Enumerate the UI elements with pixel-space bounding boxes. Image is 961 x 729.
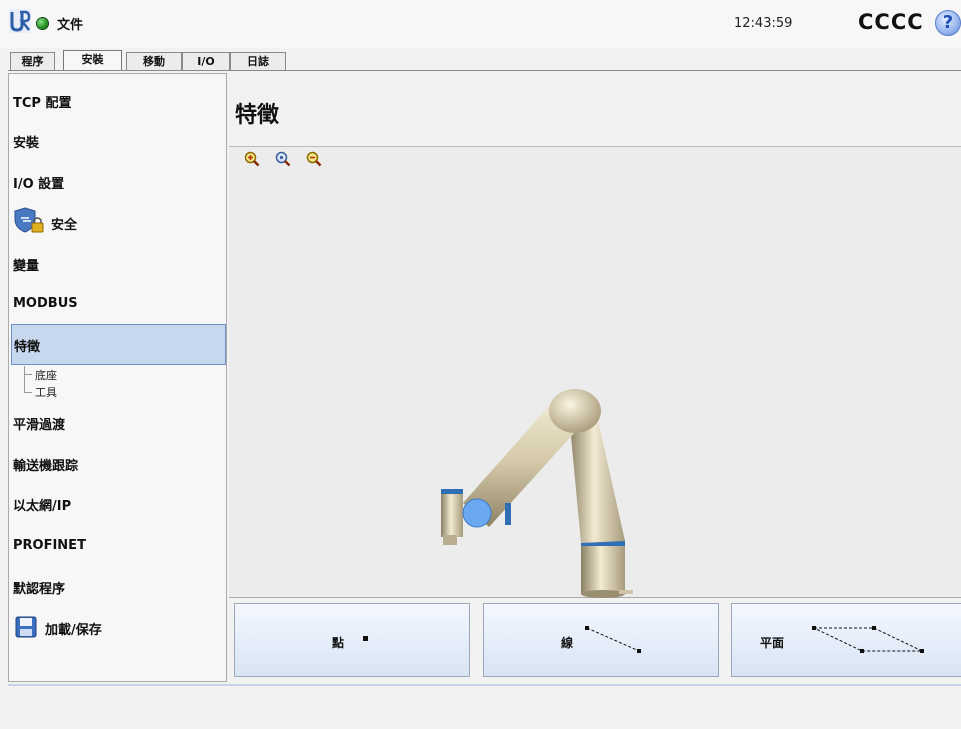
sidebar-item-ethernet-ip[interactable]: 以太網/IP bbox=[11, 495, 226, 517]
tree-connector bbox=[24, 374, 32, 375]
file-name[interactable]: 文件 bbox=[57, 14, 83, 33]
sidebar-item-variables[interactable]: 變量 bbox=[11, 255, 226, 277]
feature-base[interactable]: 底座 bbox=[35, 367, 57, 383]
save-disk-icon bbox=[15, 616, 37, 638]
add-line-button[interactable]: 線 bbox=[483, 603, 719, 677]
tree-connector bbox=[24, 392, 32, 393]
tab-io[interactable]: I/O bbox=[182, 52, 230, 70]
tabs-divider bbox=[8, 70, 961, 71]
sidebar-item-label: PROFINET bbox=[13, 538, 86, 553]
button-label: 線 bbox=[561, 636, 574, 650]
status-indicator-icon bbox=[37, 18, 48, 29]
installation-sidebar: TCP 配置 安裝 I/O 設置 安全 變量 MODBUS 特徵 底座 工具 平… bbox=[8, 73, 227, 682]
add-plane-button[interactable]: 平面 bbox=[731, 603, 961, 677]
ur-logo-icon bbox=[9, 9, 31, 33]
sidebar-item-smooth-transition[interactable]: 平滑過渡 bbox=[11, 414, 226, 436]
sidebar-item-load-save[interactable]: 加載/保存 bbox=[11, 614, 226, 640]
sidebar-item-label: 以太網/IP bbox=[13, 499, 72, 514]
sidebar-item-label: 輸送機跟踪 bbox=[13, 459, 79, 474]
sidebar-item-label: 變量 bbox=[13, 259, 40, 274]
help-icon[interactable]: ? bbox=[935, 10, 961, 36]
button-label: 點 bbox=[332, 636, 345, 650]
sidebar-item-label: TCP 配置 bbox=[13, 96, 72, 111]
tab-installation[interactable]: 安裝 bbox=[63, 50, 122, 71]
point-icon bbox=[363, 636, 368, 641]
robot-name: CCCC bbox=[858, 10, 924, 34]
tab-program[interactable]: 程序 bbox=[10, 52, 55, 70]
clock: 12:43:59 bbox=[734, 16, 793, 31]
sidebar-item-label: MODBUS bbox=[13, 296, 78, 311]
tab-move[interactable]: 移動 bbox=[126, 52, 182, 70]
button-label: 平面 bbox=[760, 636, 785, 650]
top-bar: 文件 12:43:59 CCCC ? bbox=[0, 0, 961, 48]
robot-arm-model bbox=[441, 389, 633, 598]
sidebar-item-label: 加載/保存 bbox=[45, 623, 102, 638]
tree-connector bbox=[24, 366, 25, 393]
plane-icon bbox=[812, 626, 924, 653]
zoom-reset-icon[interactable] bbox=[275, 151, 291, 167]
sidebar-item-label: 安全 bbox=[51, 218, 78, 233]
sidebar-item-default-program[interactable]: 默認程序 bbox=[11, 578, 226, 600]
feature-tool[interactable]: 工具 bbox=[35, 384, 57, 400]
sidebar-item-features[interactable]: 特徵 bbox=[11, 324, 226, 365]
sidebar-item-io-setup[interactable]: I/O 設置 bbox=[11, 173, 226, 195]
sidebar-item-label: 安裝 bbox=[13, 136, 40, 151]
zoom-in-icon[interactable] bbox=[244, 151, 260, 167]
sidebar-item-mounting[interactable]: 安裝 bbox=[11, 132, 226, 154]
add-point-button[interactable]: 點 bbox=[234, 603, 470, 677]
sidebar-item-safety[interactable]: 安全 bbox=[11, 206, 226, 236]
page-title: 特徵 bbox=[235, 103, 280, 128]
footer-divider bbox=[8, 684, 961, 686]
features-panel: 特徵 點 線 平面 bbox=[229, 73, 961, 682]
tab-log[interactable]: 日誌 bbox=[230, 52, 286, 70]
sidebar-item-conveyor-tracking[interactable]: 輸送機跟踪 bbox=[11, 455, 226, 477]
sidebar-item-label: I/O 設置 bbox=[13, 177, 65, 192]
sidebar-item-label: 平滑過渡 bbox=[13, 418, 66, 433]
sidebar-item-profinet[interactable]: PROFINET bbox=[11, 538, 226, 560]
sidebar-item-label: 特徵 bbox=[14, 340, 41, 355]
sidebar-item-modbus[interactable]: MODBUS bbox=[11, 296, 226, 318]
safety-shield-lock-icon bbox=[14, 207, 44, 233]
sidebar-item-tcp-config[interactable]: TCP 配置 bbox=[11, 92, 226, 114]
robot-3d-view[interactable] bbox=[229, 147, 961, 598]
main-tabs: 程序 安裝 移動 I/O 日誌 bbox=[8, 48, 961, 71]
zoom-out-icon[interactable] bbox=[306, 151, 322, 167]
sidebar-item-label: 默認程序 bbox=[13, 582, 66, 597]
line-icon bbox=[585, 626, 641, 653]
